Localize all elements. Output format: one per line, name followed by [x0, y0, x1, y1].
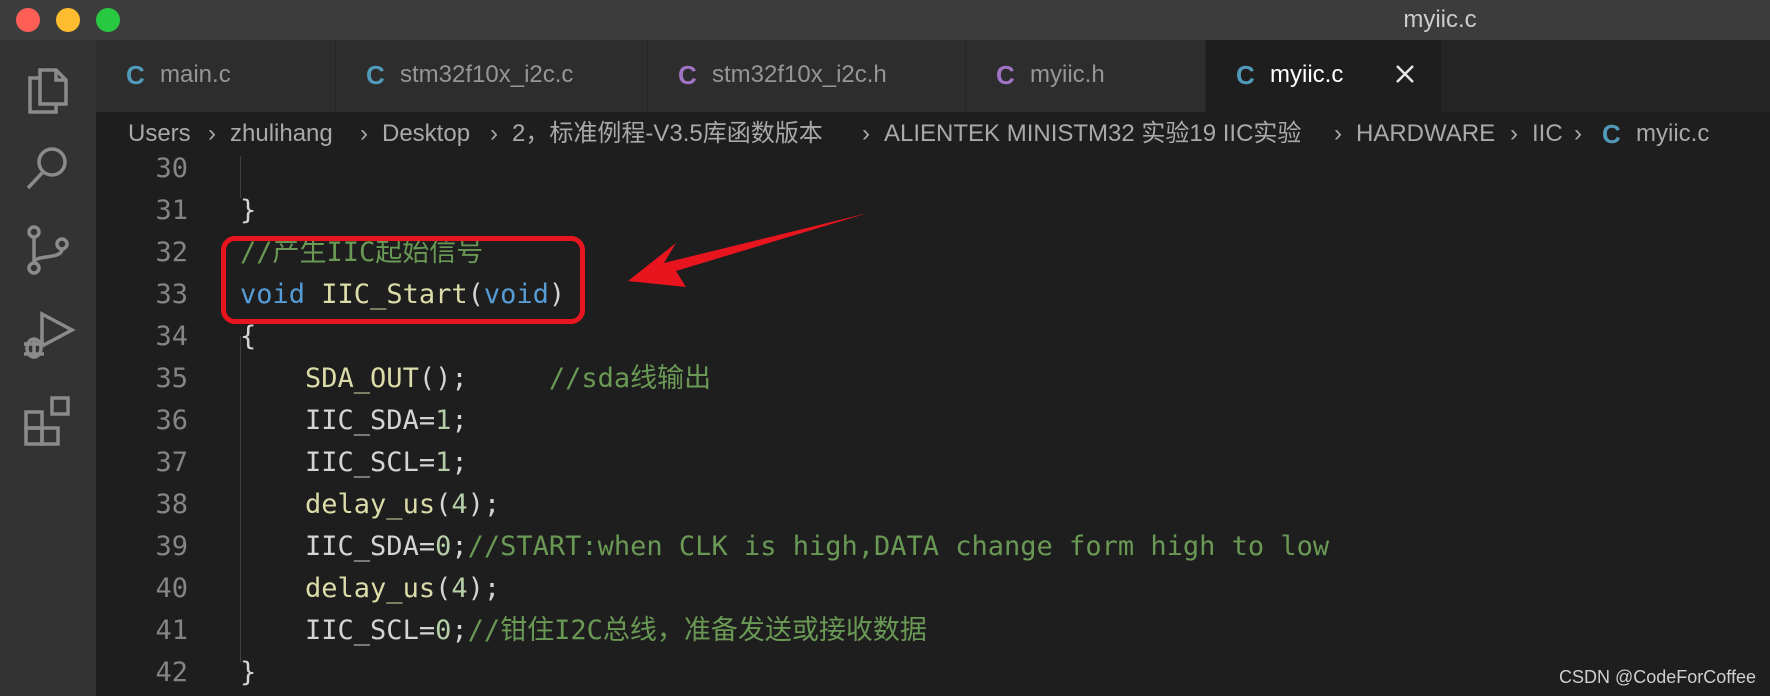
h-file-icon: C [996, 60, 1015, 90]
line-number: 31 [155, 195, 188, 226]
tab-stm32f10x-i2c-h[interactable]: C stm32f10x_i2c.h [648, 40, 966, 112]
title-bar: myiic.c [0, 0, 1770, 40]
editor-window: myiic.c C main.c C stm32f10x_i2c.c C stm… [0, 0, 1770, 696]
search-icon[interactable] [20, 140, 76, 196]
line-number: 30 [155, 153, 188, 184]
tab-label: main.c [160, 61, 231, 88]
code-line: 36 IIC_SDA=1; [96, 400, 1770, 442]
line-number: 36 [155, 405, 188, 436]
h-file-icon: C [678, 60, 697, 90]
tab-myiic-c[interactable]: C myiic.c [1206, 40, 1442, 112]
line-number: 35 [155, 363, 188, 394]
line-number: 41 [155, 615, 188, 646]
tab-stm32f10x-i2c-c[interactable]: C stm32f10x_i2c.c [336, 40, 648, 112]
code-text: IIC_SCL=0;//钳住I2C总线，准备发送或接收数据 [305, 615, 927, 646]
c-file-icon: C [126, 60, 145, 90]
code-line: 41 IIC_SCL=0;//钳住I2C总线，准备发送或接收数据 [96, 610, 1770, 652]
close-tab-icon[interactable] [1389, 58, 1421, 90]
close-window-button[interactable] [16, 8, 40, 32]
tab-label: stm32f10x_i2c.h [712, 61, 887, 88]
line-number: 40 [155, 573, 188, 604]
code-line: 31 } [96, 190, 1770, 232]
tab-label: myiic.h [1030, 61, 1105, 88]
code-text: IIC_SDA=0;//START:when CLK is high,DATA … [305, 531, 1330, 562]
annotation-arrow-icon [628, 213, 868, 287]
line-number: 33 [155, 279, 188, 310]
line-number: 37 [155, 447, 188, 478]
line-number: 32 [155, 237, 188, 268]
c-file-icon: C [366, 60, 385, 90]
code-line: 42 } [96, 652, 1770, 694]
code-text: } [240, 657, 257, 688]
window-title: myiic.c [1403, 6, 1477, 33]
line-number: 39 [155, 531, 188, 562]
code-line: 38 delay_us(4); [96, 484, 1770, 526]
code-line: 40 delay_us(4); [96, 568, 1770, 610]
code-text: IIC_SDA=1; [305, 405, 468, 436]
annotation-highlight-box [221, 236, 585, 324]
code-line: 35 SDA_OUT(); //sda线输出 [96, 358, 1770, 400]
minimize-window-button[interactable] [56, 8, 80, 32]
watermark: CSDN @CodeForCoffee [1558, 667, 1756, 687]
code-text: delay_us(4); [305, 489, 501, 520]
code-text: SDA_OUT(); //sda线输出 [305, 363, 712, 394]
tab-bar: C main.c C stm32f10x_i2c.c C stm32f10x_i… [96, 40, 1770, 112]
line-number: 34 [155, 321, 188, 352]
line-number: 42 [155, 657, 188, 688]
tab-label: stm32f10x_i2c.c [400, 61, 574, 88]
files-icon[interactable] [20, 62, 76, 118]
code-text: IIC_SCL=1; [305, 447, 468, 478]
tab-main-c[interactable]: C main.c [96, 40, 336, 112]
source-control-icon[interactable] [20, 222, 76, 278]
line-number: 38 [155, 489, 188, 520]
code-text: } [240, 195, 257, 226]
activity-bar [0, 40, 96, 696]
code-line: 39 IIC_SDA=0;//START:when CLK is high,DA… [96, 526, 1770, 568]
code-text: delay_us(4); [305, 573, 501, 604]
tab-label: myiic.c [1270, 61, 1344, 88]
run-debug-icon[interactable] [20, 306, 76, 362]
code-line: 30 [96, 148, 1770, 190]
tab-myiic-h[interactable]: C myiic.h [966, 40, 1206, 112]
maximize-window-button[interactable] [96, 8, 120, 32]
code-line: 37 IIC_SCL=1; [96, 442, 1770, 484]
c-file-icon: C [1236, 60, 1255, 90]
extensions-icon[interactable] [20, 392, 76, 448]
